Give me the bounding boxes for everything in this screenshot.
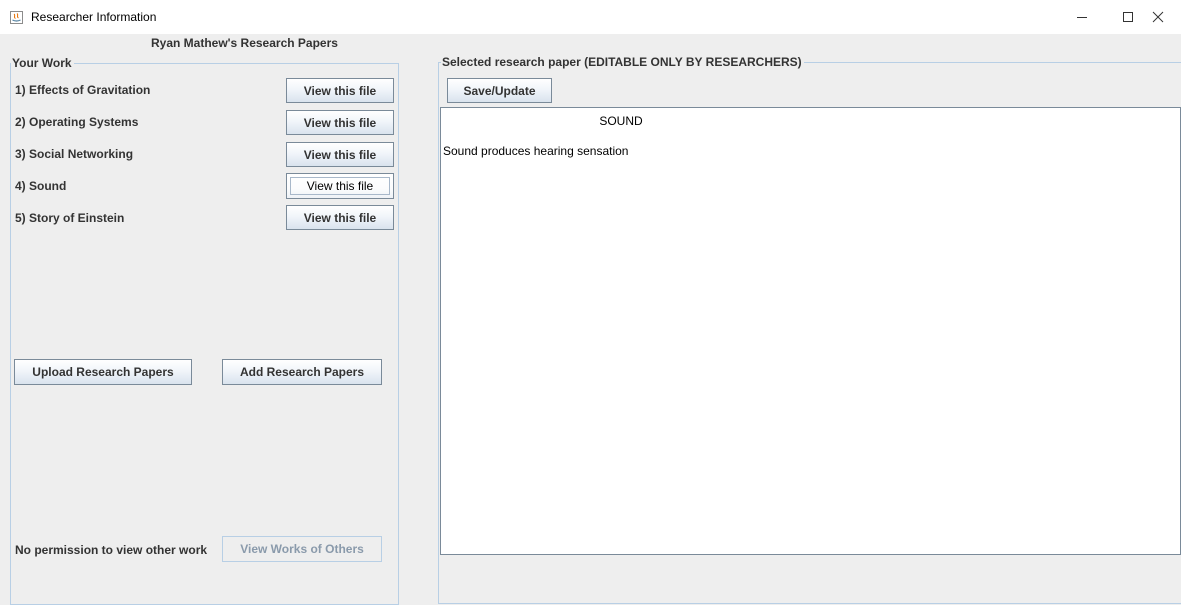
upload-papers-button[interactable]: Upload Research Papers [14, 359, 192, 385]
view-others-button: View Works of Others [222, 536, 382, 562]
document-editor[interactable]: SOUND Sound produces hearing sensation [440, 107, 1181, 555]
minimize-button[interactable] [1059, 0, 1105, 34]
permission-text: No permission to view other work [15, 543, 208, 557]
close-icon [1152, 11, 1164, 23]
view-file-button-2[interactable]: View this file [286, 110, 394, 135]
view-file-button-4-label: View this file [306, 179, 374, 193]
view-file-button-5[interactable]: View this file [286, 205, 394, 230]
paper-label-2: 2) Operating Systems [15, 115, 139, 129]
add-papers-button[interactable]: Add Research Papers [222, 359, 382, 385]
view-file-button-4[interactable]: View this file [286, 173, 394, 199]
java-icon [10, 11, 23, 24]
selected-paper-title: Selected research paper (EDITABLE ONLY B… [441, 55, 804, 69]
save-update-button[interactable]: Save/Update [447, 78, 552, 103]
view-file-button-1[interactable]: View this file [286, 78, 394, 103]
paper-label-1: 1) Effects of Gravitation [15, 83, 151, 97]
view-file-button-3[interactable]: View this file [286, 142, 394, 167]
your-work-title: Your Work [11, 56, 74, 70]
window-title: Researcher Information [31, 10, 157, 24]
researcher-header: Ryan Mathew's Research Papers [151, 36, 338, 50]
title-bar: Researcher Information [0, 0, 1181, 34]
close-button[interactable] [1135, 0, 1181, 34]
paper-label-4: 4) Sound [15, 179, 67, 193]
minimize-icon [1077, 17, 1087, 18]
document-heading: SOUND [599, 114, 643, 128]
maximize-icon [1123, 12, 1133, 22]
paper-label-5: 5) Story of Einstein [15, 211, 125, 225]
document-body: Sound produces hearing sensation [443, 144, 629, 158]
paper-label-3: 3) Social Networking [15, 147, 134, 161]
